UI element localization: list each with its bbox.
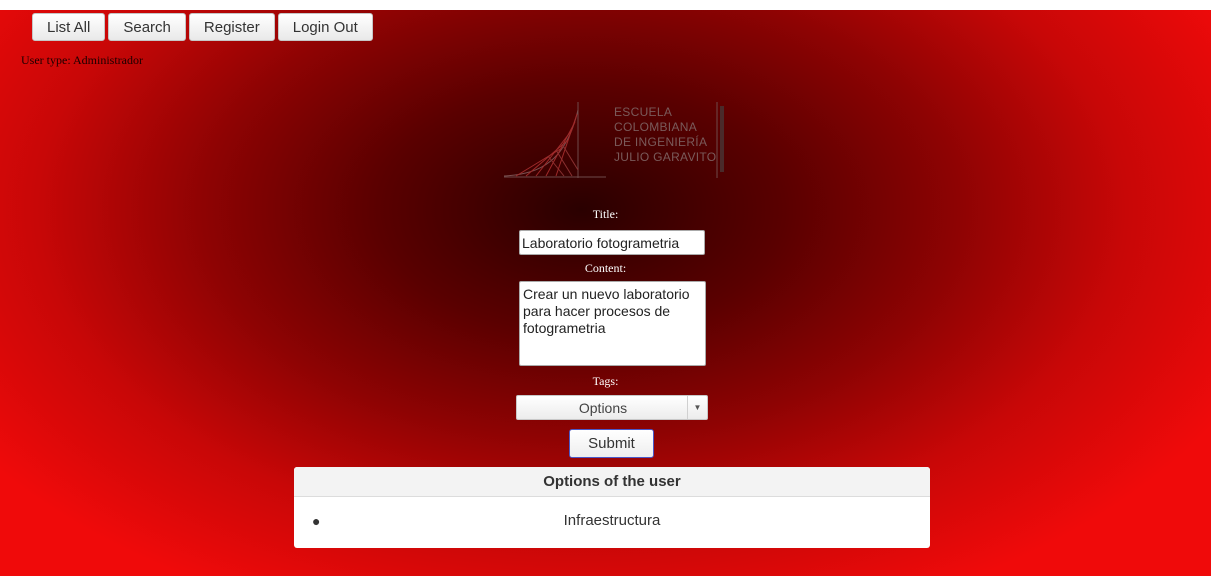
options-panel: Options of the user ● Infraestructura (294, 467, 930, 548)
logo-line: DE INGENIERÍA (614, 135, 708, 149)
title-input[interactable] (519, 230, 705, 255)
top-edge (0, 0, 1211, 10)
title-label: Title: (592, 207, 619, 221)
register-button[interactable]: Register (188, 13, 275, 41)
school-logo: ESCUELA COLOMBIANA DE INGENIERÍA JULIO G… (502, 100, 730, 180)
tags-select[interactable]: Options ▼ (516, 395, 708, 420)
list-all-button[interactable]: List All (32, 13, 106, 41)
list-item: ● Infraestructura (294, 497, 930, 548)
tags-select-value: Options (578, 400, 628, 416)
content-textarea[interactable]: Crear un nuevo laboratorio para hacer pr… (519, 281, 706, 366)
search-button[interactable]: Search (108, 13, 186, 41)
user-type-label: User type: Administrador (21, 53, 143, 67)
logo-line: JULIO GARAVITO (614, 150, 717, 164)
chevron-down-icon[interactable]: ▼ (687, 396, 707, 419)
login-out-button[interactable]: Login Out (277, 13, 373, 41)
logo-text: ESCUELA COLOMBIANA DE INGENIERÍA JULIO G… (614, 105, 716, 165)
logo-line: COLOMBIANA (614, 120, 698, 134)
options-panel-header: Options of the user (294, 467, 930, 497)
top-nav: List All Search Register Login Out (32, 13, 373, 41)
list-item-label: Infraestructura (563, 512, 661, 529)
submit-button[interactable]: Submit (569, 429, 654, 458)
logo-line: ESCUELA (614, 105, 673, 119)
bottom-edge (0, 576, 1211, 583)
content-label: Content: (584, 261, 627, 275)
tags-label: Tags: (592, 374, 619, 388)
